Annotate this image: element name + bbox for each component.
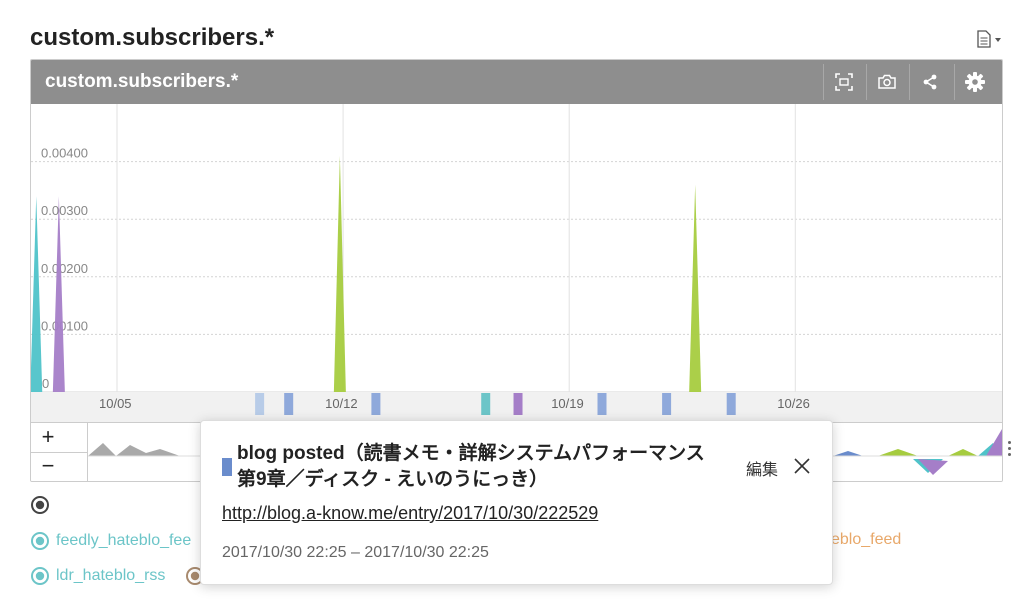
annotation-marker xyxy=(597,393,607,415)
x-tick-label: 10/26 xyxy=(777,396,810,411)
series-spike xyxy=(31,196,43,392)
legend-item-hateblo-feed[interactable]: eblo_feed xyxy=(831,531,901,549)
annotation-marker xyxy=(371,393,381,415)
navigator-area-blue xyxy=(833,451,863,456)
y-tick-label: 0.00400 xyxy=(41,146,88,161)
series-spike xyxy=(689,184,702,392)
zoom-divider xyxy=(31,452,87,453)
y-tick-label: 0.00300 xyxy=(41,203,88,218)
zoom-out-button[interactable]: − xyxy=(37,455,59,477)
navigator-area-green-2 xyxy=(948,449,978,456)
annotation-time-range: 2017/10/30 22:25 – 2017/10/30 22:25 xyxy=(222,544,489,561)
document-menu-icon[interactable] xyxy=(975,30,1003,48)
legend-label: eblo_feed xyxy=(831,531,902,548)
snapshot-button[interactable] xyxy=(866,64,907,100)
legend-item-feedly[interactable]: feedly_hateblo_fee xyxy=(30,531,191,551)
annotation-marker xyxy=(726,393,736,415)
annotation-title: blog posted（読書メモ・詳解システムパフォーマンス 第9章／ディスク … xyxy=(237,443,705,490)
x-tick-label: 10/19 xyxy=(551,396,584,411)
camera-icon xyxy=(878,74,896,89)
zoom-in-button[interactable]: + xyxy=(37,426,59,448)
annotation-popup: blog posted（読書メモ・詳解システムパフォーマンス 第9章／ディスク … xyxy=(200,420,833,585)
annotation-marker xyxy=(284,393,294,415)
fullscreen-button[interactable] xyxy=(823,64,864,100)
annotation-marker xyxy=(255,393,265,415)
fullscreen-icon xyxy=(835,73,853,91)
annotation-marker xyxy=(513,393,523,415)
gear-icon xyxy=(965,72,985,92)
more-options-icon[interactable] xyxy=(1004,438,1014,462)
settings-button[interactable] xyxy=(954,64,995,100)
panel-title: custom.subscribers.* xyxy=(45,71,239,92)
legend-item-ldr[interactable]: ldr_hateblo_rss xyxy=(30,566,165,586)
legend-label: ldr_hateblo_rss xyxy=(56,567,166,584)
legend-label: feedly_hateblo_fee xyxy=(56,532,192,549)
area-chart[interactable]: 0 0.00100 0.00200 0.00300 0.00400 10/05 10/12 1… xyxy=(31,104,1002,422)
y-tick-label: 0.00100 xyxy=(41,318,88,333)
annotation-marker xyxy=(662,393,672,415)
navigator-area-gray xyxy=(88,443,180,456)
navigator-area-green-1 xyxy=(878,449,918,456)
edit-annotation-button[interactable]: 編集 xyxy=(746,456,778,480)
share-button[interactable] xyxy=(909,64,950,100)
y-tick-label: 0.00200 xyxy=(41,261,88,276)
navigator-area-purple-2 xyxy=(986,429,1002,456)
panel-header: custom.subscribers.* xyxy=(31,60,1002,104)
series-spike xyxy=(52,196,65,392)
annotation-color-marker xyxy=(222,458,232,476)
toggle-all-series-icon[interactable] xyxy=(30,495,50,515)
share-icon xyxy=(923,74,937,90)
series-spike xyxy=(333,155,346,392)
series-toggle-icon xyxy=(31,532,49,550)
page-title: custom.subscribers.* xyxy=(30,24,275,51)
annotation-link[interactable]: http://blog.a-know.me/entry/2017/10/30/2… xyxy=(222,503,598,524)
x-tick-label: 10/05 xyxy=(99,396,132,411)
x-tick-label: 10/12 xyxy=(325,396,358,411)
graph-panel: custom.subscribers.* 0 0.00100 0.00200 0… xyxy=(30,59,1003,482)
series-toggle-icon xyxy=(31,567,49,585)
annotation-marker xyxy=(481,393,491,415)
close-icon[interactable] xyxy=(793,457,811,475)
y-tick-label: 0 xyxy=(42,376,49,391)
